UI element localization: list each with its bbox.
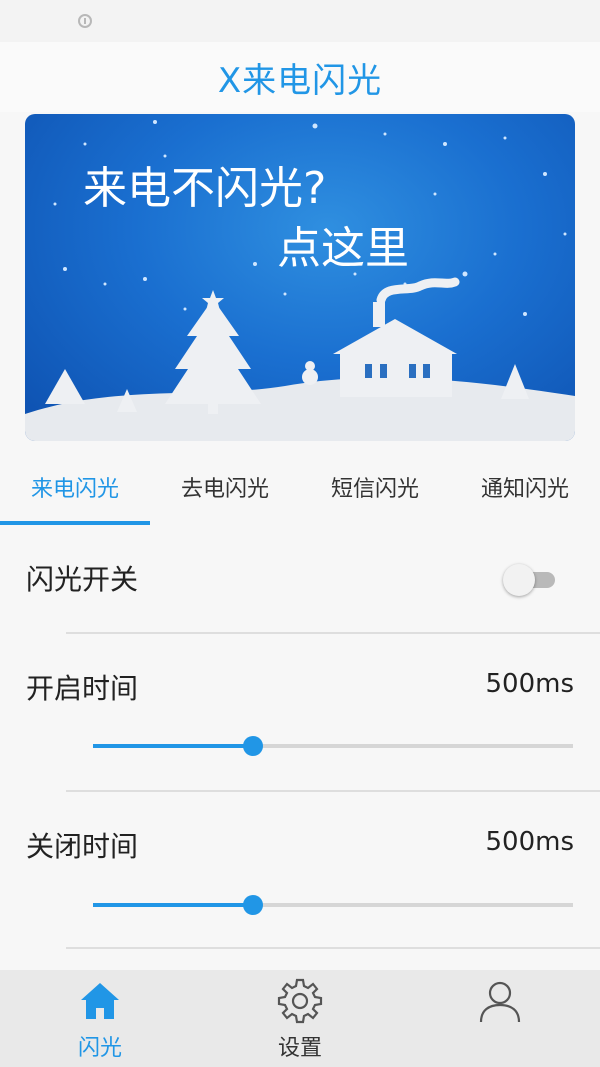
app-title: X来电闪光 [217,60,383,101]
off-time-slider[interactable] [93,893,573,917]
notification-icon [78,14,92,28]
gear-icon [277,978,323,1024]
flash-switch-label: 闪光开关 [26,563,139,596]
slider-fill [93,744,253,748]
nav-settings[interactable]: 设置 [200,970,400,1067]
nav-flash[interactable]: 闪光 [0,970,200,1067]
snowman [302,361,318,385]
banner-headline: 来电不闪光? [83,163,327,214]
tab-outgoing-call[interactable]: 去电闪光 [150,452,300,522]
flash-type-tabs: 来电闪光 去电闪光 短信闪光 通知闪光 [0,452,600,527]
nav-profile[interactable] [400,970,600,1067]
snow-ground [25,377,575,441]
nav-flash-label: 闪光 [77,1036,122,1061]
slider-thumb[interactable] [243,895,263,915]
on-time-slider[interactable] [93,734,573,758]
active-tab-indicator [0,521,150,525]
slider-thumb[interactable] [243,736,263,756]
app-header: X来电闪光 [0,42,600,112]
toggle-knob [503,564,535,596]
banner-subline: 点这里 [277,223,409,274]
tab-sms[interactable]: 短信闪光 [300,452,450,522]
flash-switch-toggle[interactable] [503,564,555,596]
home-icon [81,983,119,1019]
nav-settings-label: 设置 [277,1036,322,1061]
user-icon [479,981,521,1023]
small-tree [45,369,85,404]
off-time-label: 关闭时间 [26,830,139,863]
divider [66,947,600,949]
status-bar [0,0,600,42]
tab-notification[interactable]: 通知闪光 [450,452,600,522]
divider [66,632,600,634]
off-time-value: 500ms [485,827,575,857]
on-time-label: 开启时间 [26,672,139,705]
small-tree [501,364,529,399]
divider [66,790,600,792]
tab-incoming-call[interactable]: 来电闪光 [0,452,150,522]
on-time-value: 500ms [485,669,575,699]
house [333,277,460,397]
pine-tree [165,290,261,414]
bottom-nav: 闪光 设置 [0,970,600,1067]
slider-fill [93,903,253,907]
promo-banner[interactable]: 来电不闪光? 点这里 [25,114,575,441]
